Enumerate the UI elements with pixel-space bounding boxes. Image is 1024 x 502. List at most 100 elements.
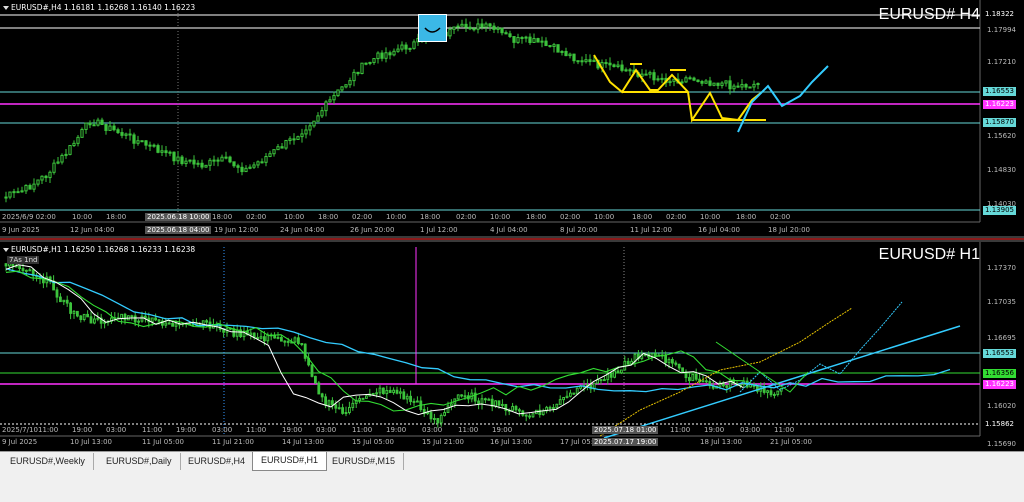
h1-candle-body [405,395,409,400]
h4-chart-canvas[interactable] [0,0,1024,236]
h1-candle-body [511,405,515,411]
price-level-tag: 1.16553 [983,349,1016,358]
h4-candle-body [564,50,568,57]
indicator-badge[interactable]: 7As 1nd [7,256,40,264]
h4-candle-body [656,78,660,81]
h1-candle-body [671,358,674,364]
h4-candle-body [240,166,244,173]
tab-eurusd-m15[interactable]: EURUSD#,M15 [324,453,405,470]
h1-candle-body [388,389,392,394]
h1-candle-body [395,389,399,394]
h1-candle-body [310,364,314,377]
time-tick-label: 11:00 [38,426,59,434]
h4-candle-body [244,167,248,173]
price-tick-label: 1.16695 [987,334,1016,342]
h4-candle-body [136,140,140,144]
collapse-arrow-icon[interactable] [3,6,9,10]
h1-candle-body [667,358,671,364]
h4-candle-body [196,162,200,165]
time-tick-label: 9 Jun 2025 [2,226,40,234]
tab-eurusd-daily[interactable]: EURUSD#,Daily [98,453,181,470]
time-tick-label: 19:00 [704,426,725,434]
h4-candle-body [328,99,332,103]
h1-candle-body [681,367,685,373]
h4-candle-body [156,145,160,153]
h4-candle-body [468,26,472,30]
h1-candle-body [603,379,606,382]
time-tick-label: 18:00 [420,213,441,221]
time-tick-label: 2025/6/9 02:00 [2,213,56,221]
price-level-tag: 1.16553 [983,87,1016,96]
h4-candle-body [608,62,612,66]
h4-candle-body [392,50,396,56]
time-tick-label: 02:00 [770,213,791,221]
time-tick-label: 11 Jul 21:00 [212,438,254,446]
h4-candle-body [708,80,712,86]
chart-pane-h1[interactable]: EURUSD#,H1 1.16250 1.16268 1.16233 1.162… [0,242,1024,450]
chart-pane-h4[interactable]: EURUSD#,H4 1.16181 1.16268 1.16140 1.162… [0,0,1024,236]
time-tick-label: 03:00 [106,426,127,434]
h4-candle-body [200,162,204,168]
h1-candle-body [565,395,569,399]
time-tick-label: 15 Jul 21:00 [422,438,464,446]
h4-candle-body [620,64,624,71]
h4-candle-body [276,146,280,151]
collapse-arrow-icon[interactable] [3,248,9,252]
h4-candle-body [368,61,372,64]
h4-candle-body [404,44,408,50]
tab-eurusd-h4[interactable]: EURUSD#,H4 [180,453,255,470]
h4-candle-body [12,191,16,194]
h4-candle-body [308,125,312,131]
h4-candle-body [680,81,684,84]
h1-candle-body [348,406,351,414]
h4-candle-body [356,71,360,74]
time-tick-label: 21 Jul 05:00 [770,438,812,446]
h1-candle-body [259,336,263,339]
h1-candle-body [65,299,69,304]
h1-candle-body [528,415,532,418]
h4-candle-body [728,80,732,90]
h4-candle-body [52,162,56,173]
time-tick-label: 2025.06.18 10:00 [145,213,212,221]
price-level-tag: 1.15862 [983,420,1016,429]
h4-candle-body [320,110,324,117]
h4-candle-body [292,138,296,141]
time-tick-label: 10:00 [386,213,407,221]
h1-chart-canvas[interactable] [0,242,1024,450]
time-tick-label: 24 Jun 04:00 [280,226,325,234]
h4-candle-body [588,59,592,63]
h1-candle-body [677,363,681,369]
trade-panel-icon[interactable] [418,14,447,42]
h4-candle-body [252,164,256,168]
h1-candle-body [562,397,566,401]
h4-candle-body [576,60,580,63]
h1-candle-body [314,375,317,384]
h1-candle-body [351,402,355,408]
tab-eurusd-weekly[interactable]: EURUSD#,Weekly [2,453,94,470]
h1-candle-body [133,315,137,323]
h1-candle-body [280,336,283,342]
h4-candle-body [756,83,760,86]
h4-candle-body [120,132,124,136]
h4-candle-body [552,44,556,47]
h4-candle-body [696,79,700,83]
h1-candle-body [439,414,443,424]
h1-candle-body [705,380,708,383]
h4-candle-body [4,196,8,199]
h4-candle-body [296,136,300,140]
h1-candle-body [69,302,72,314]
price-tick-label: 1.14830 [987,166,1016,174]
h1-candle-body [674,362,678,365]
h1-candle-body [331,400,334,406]
tab-eurusd-h1[interactable]: EURUSD#,H1 [252,452,328,471]
h1-candle-body [286,340,290,343]
h1-candle-body [303,343,307,359]
h4-candle-body [116,129,120,134]
h4-candle-body [496,27,500,30]
h4-candle-body [224,156,228,159]
h4-candle-body [8,191,12,198]
h4-candle-body [360,62,364,74]
h4-candle-body [652,72,656,81]
h1-candle-body [25,269,28,272]
h1-candle-body [4,263,8,267]
